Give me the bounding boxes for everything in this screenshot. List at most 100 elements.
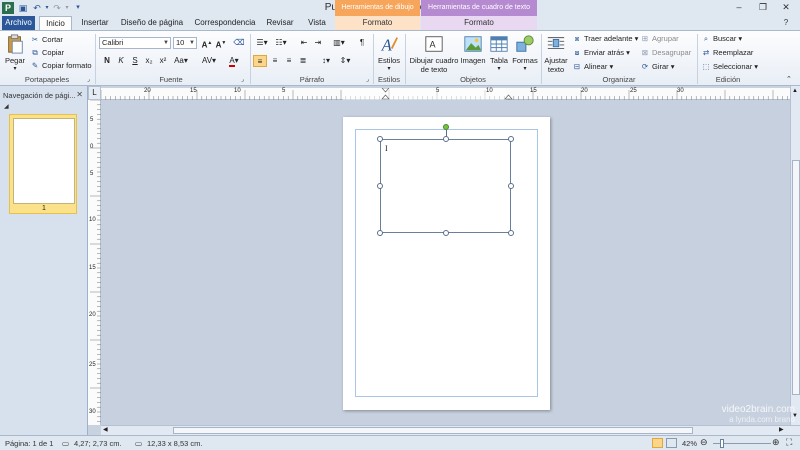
rotate-button[interactable]: ⟳ Girar ▾ [640,62,675,72]
align-button[interactable]: ⊟ Alinear ▾ [572,62,613,72]
zoom-slider-thumb[interactable] [720,439,724,448]
change-case-icon[interactable]: Aa▾ [171,55,191,67]
bring-forward-button[interactable]: ⧈ Traer adelante ▾ [572,34,639,44]
send-backward-button[interactable]: ⧇ Enviar atrás ▾ [572,48,630,58]
scroll-right-icon[interactable]: ▶ [779,426,784,433]
draw-text-box-button[interactable]: A Dibujar cuadro de texto [408,34,460,74]
group-button[interactable]: ⊞ Agrupar [640,34,679,44]
paragraph-spacing-icon[interactable]: ⇕▾ [337,55,353,67]
clear-formatting-icon[interactable]: ⌫ [232,37,246,49]
show-formatting-icon[interactable]: ¶ [355,37,369,49]
group-label-font: Fuente [159,75,183,84]
table-button[interactable]: Tabla ▾ [487,34,511,74]
collapse-ribbon-icon[interactable]: ⌃ [786,75,792,85]
align-left-icon[interactable]: ≡ [253,55,267,67]
search-icon: ⌕ [703,34,709,43]
vertical-scrollbar[interactable]: ▲ ▼ [790,86,800,425]
numbering-icon[interactable]: ☷▾ [273,37,289,49]
paste-button[interactable]: Pegar ▾ [3,34,27,74]
group-label-objects: Objetos [460,75,486,84]
grow-font-icon[interactable]: A▲ [200,37,214,50]
align-right-icon[interactable]: ≡ [282,55,296,67]
align-center-icon[interactable]: ≡ [268,55,282,67]
underline-icon[interactable]: S [128,55,142,67]
collapse-arrow-icon[interactable]: ◢ [4,103,9,110]
ruler-label: 30 [677,88,684,94]
superscript-icon[interactable]: x² [156,55,170,67]
single-page-view-icon[interactable] [652,438,663,448]
zoom-level[interactable]: 42% [682,439,697,448]
tab-home[interactable]: Inicio [39,16,72,30]
resize-handle-left[interactable] [377,183,383,189]
character-spacing-icon[interactable]: AV▾ [199,55,219,67]
justify-icon[interactable]: ≣ [296,55,310,67]
fit-page-icon[interactable]: ⛶ [786,437,792,448]
tab-page-design[interactable]: Diseño de página [118,16,186,30]
resize-handle-top-right[interactable] [508,136,514,142]
bullets-icon[interactable]: ☰▾ [254,37,270,49]
page-thumbnail-selected[interactable]: 1 [9,114,77,214]
ruler-corner-tab-selector[interactable]: L [88,86,101,100]
restore-button[interactable]: ❐ [751,0,775,14]
select-button[interactable]: ⬚ Seleccionar ▾ [701,62,758,72]
italic-icon[interactable]: K [114,55,128,67]
resize-handle-top-left[interactable] [377,136,383,142]
bold-icon[interactable]: N [100,55,114,67]
close-icon[interactable]: ✕ [76,90,83,99]
tab-insert[interactable]: Insertar [76,16,114,30]
resize-handle-bottom-right[interactable] [508,230,514,236]
tab-view[interactable]: Vista [302,16,332,30]
tab-mailings[interactable]: Correspondencia [192,16,258,30]
wrap-text-button[interactable]: Ajustar texto [543,34,569,74]
send-backward-icon: ⧇ [574,48,580,57]
font-size-combo[interactable]: 10 ▼ [173,37,197,49]
line-spacing-icon[interactable]: ↕▾ [317,55,335,67]
image-button[interactable]: Imagen [460,34,486,65]
shrink-font-icon[interactable]: A▼ [214,37,228,50]
wrap-text-icon [547,37,565,49]
find-button[interactable]: ⌕ Buscar ▾ [701,34,742,44]
scroll-up-icon[interactable]: ▲ [792,88,798,94]
ruler-label: 5 [436,88,440,94]
tab-file[interactable]: Archivo [2,16,35,30]
columns-icon[interactable]: ▥▾ [331,37,347,49]
horizontal-scroll-thumb[interactable] [173,427,693,434]
two-page-view-icon[interactable] [666,438,677,448]
horizontal-scrollbar[interactable]: ◀ ▶ [101,425,800,435]
font-name-combo[interactable]: Calibri ▼ [99,37,171,49]
font-color-icon[interactable]: A▾ [223,55,245,67]
decrease-indent-icon[interactable]: ⇤ [297,37,311,49]
format-painter-button[interactable]: ✎ Copiar formato [30,61,92,71]
zoom-in-icon[interactable]: ⊕ [772,437,780,448]
subscript-icon[interactable]: x₂ [142,55,156,67]
ungroup-button[interactable]: ⊠ Desagrupar [640,48,691,58]
chevron-down-icon: ▼ [189,40,195,46]
close-button[interactable]: ✕ [774,0,798,14]
zoom-out-icon[interactable]: ⊖ [700,437,708,448]
tab-textbox-format[interactable]: Formato [421,16,537,30]
paragraph-launcher-icon[interactable]: ⌟ [366,75,369,85]
tab-drawing-format[interactable]: Formato [335,16,420,30]
cut-button[interactable]: ✂ Cortar [30,35,63,45]
scroll-left-icon[interactable]: ◀ [103,426,108,433]
font-launcher-icon[interactable]: ⌟ [241,75,244,85]
rotate-handle[interactable] [443,124,449,130]
styles-button[interactable]: A Estilos ▾ [376,34,402,74]
page-count-status[interactable]: Página: 1 de 1 [5,439,53,448]
selected-text-box[interactable] [380,139,511,233]
increase-indent-icon[interactable]: ⇥ [311,37,325,49]
shapes-button[interactable]: Formas ▾ [512,34,538,74]
minimize-button[interactable]: – [727,0,751,14]
resize-handle-bottom-left[interactable] [377,230,383,236]
copy-button[interactable]: ⧉ Copiar [30,48,64,58]
help-icon[interactable]: ? [775,16,797,30]
resize-handle-bottom[interactable] [443,230,449,236]
clipboard-launcher-icon[interactable]: ⌟ [87,75,90,85]
resize-handle-top[interactable] [443,136,449,142]
tab-review[interactable]: Revisar [264,16,296,30]
horizontal-ruler[interactable]: 20 15 10 5 5 10 15 20 25 30 [101,88,790,100]
replace-button[interactable]: ⇄ Reemplazar [701,48,754,58]
vertical-scroll-thumb[interactable] [792,160,800,395]
resize-handle-right[interactable] [508,183,514,189]
vertical-ruler[interactable]: 5 0 5 10 15 20 25 30 [88,100,101,425]
